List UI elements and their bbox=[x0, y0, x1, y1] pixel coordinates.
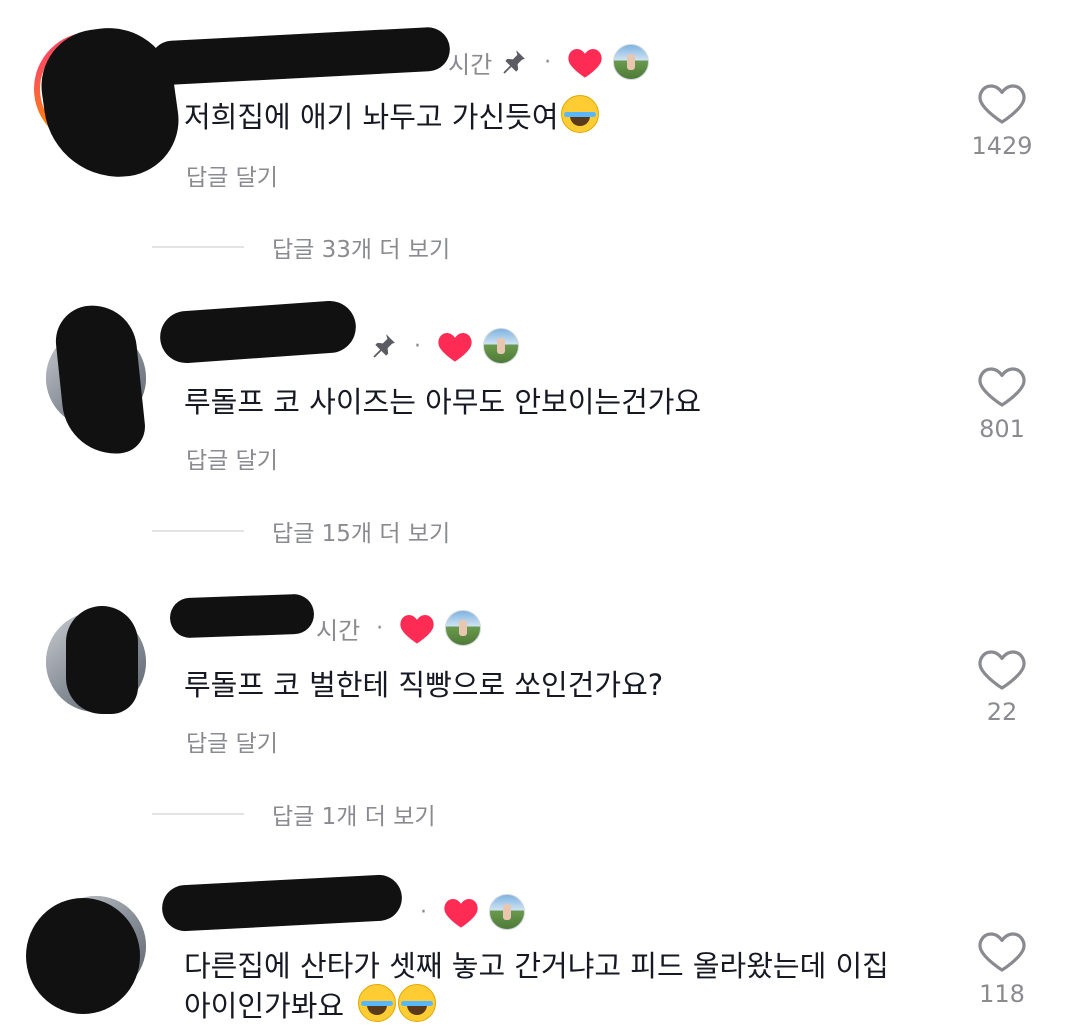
reply-button[interactable]: 답글 달기 bbox=[186, 724, 278, 758]
reply-button[interactable]: 답글 달기 bbox=[186, 441, 278, 475]
redacted-avatar bbox=[66, 606, 138, 714]
tears-of-joy-emoji-icon bbox=[398, 984, 437, 1022]
redacted-username bbox=[160, 873, 404, 933]
divider bbox=[152, 813, 244, 815]
comment-text-line-2: 아이인가봐요 bbox=[184, 984, 437, 1028]
separator-dot: · bbox=[414, 333, 421, 359]
comment-text: 루돌프 코 벌한테 직빵으로 쏘인건가요? bbox=[184, 668, 664, 702]
redacted-avatar bbox=[52, 301, 148, 459]
redacted-username bbox=[169, 593, 315, 639]
view-more-replies[interactable]: 답글 15개 더 보기 bbox=[152, 514, 450, 548]
creator-avatar-icon bbox=[483, 328, 519, 364]
comment-text-line-1: 다른집에 산타가 셋째 놓고 간거냐고 피드 올라왔는데 이집 bbox=[184, 949, 889, 983]
redacted-avatar bbox=[26, 898, 140, 1014]
comment-meta: · bbox=[404, 894, 525, 930]
like-count: 22 bbox=[986, 698, 1018, 726]
like-count: 1429 bbox=[971, 132, 1033, 160]
time-ago: 시간 bbox=[316, 616, 361, 645]
heart-filled-icon bbox=[567, 46, 603, 79]
creator-avatar-icon bbox=[445, 610, 482, 646]
divider bbox=[152, 246, 244, 248]
tears-of-joy-emoji-icon bbox=[560, 95, 599, 133]
pin-icon bbox=[498, 47, 528, 77]
heart-outline-icon bbox=[978, 82, 1026, 126]
heart-outline-icon bbox=[978, 648, 1026, 692]
view-more-replies[interactable]: 답글 33개 더 보기 bbox=[152, 230, 450, 264]
comment-meta: · bbox=[362, 328, 519, 364]
redacted-username bbox=[149, 26, 451, 86]
heart-filled-icon bbox=[399, 612, 435, 645]
like-count: 801 bbox=[979, 415, 1025, 443]
like-button[interactable]: 1429 bbox=[962, 82, 1042, 160]
creator-avatar-icon bbox=[489, 894, 525, 930]
divider bbox=[152, 530, 244, 532]
reply-button[interactable]: 답글 달기 bbox=[186, 158, 278, 192]
creator-avatar-icon bbox=[613, 44, 650, 80]
like-count: 118 bbox=[979, 980, 1025, 1008]
comment-meta: 시간 · bbox=[448, 44, 650, 80]
heart-outline-icon bbox=[978, 930, 1026, 974]
heart-filled-icon bbox=[443, 896, 479, 929]
comment-text: 루돌프 코 사이즈는 아무도 안보이는건가요 bbox=[184, 385, 702, 419]
comment-text: 저희집에 애기 놔두고 가신듯여 bbox=[184, 95, 599, 139]
separator-dot: · bbox=[420, 899, 427, 925]
time-ago: 시간 bbox=[448, 50, 493, 79]
view-more-replies[interactable]: 답글 1개 더 보기 bbox=[152, 797, 436, 831]
tears-of-joy-emoji-icon bbox=[358, 984, 397, 1022]
separator-dot: · bbox=[376, 615, 384, 641]
separator-dot: · bbox=[544, 49, 552, 75]
heart-filled-icon bbox=[437, 330, 473, 363]
comment-meta: 시간 · bbox=[316, 610, 482, 646]
heart-outline-icon bbox=[978, 365, 1026, 409]
like-button[interactable]: 118 bbox=[962, 930, 1042, 1008]
redacted-username bbox=[158, 299, 358, 365]
pin-icon bbox=[368, 331, 398, 361]
like-button[interactable]: 22 bbox=[962, 648, 1042, 726]
like-button[interactable]: 801 bbox=[962, 365, 1042, 443]
